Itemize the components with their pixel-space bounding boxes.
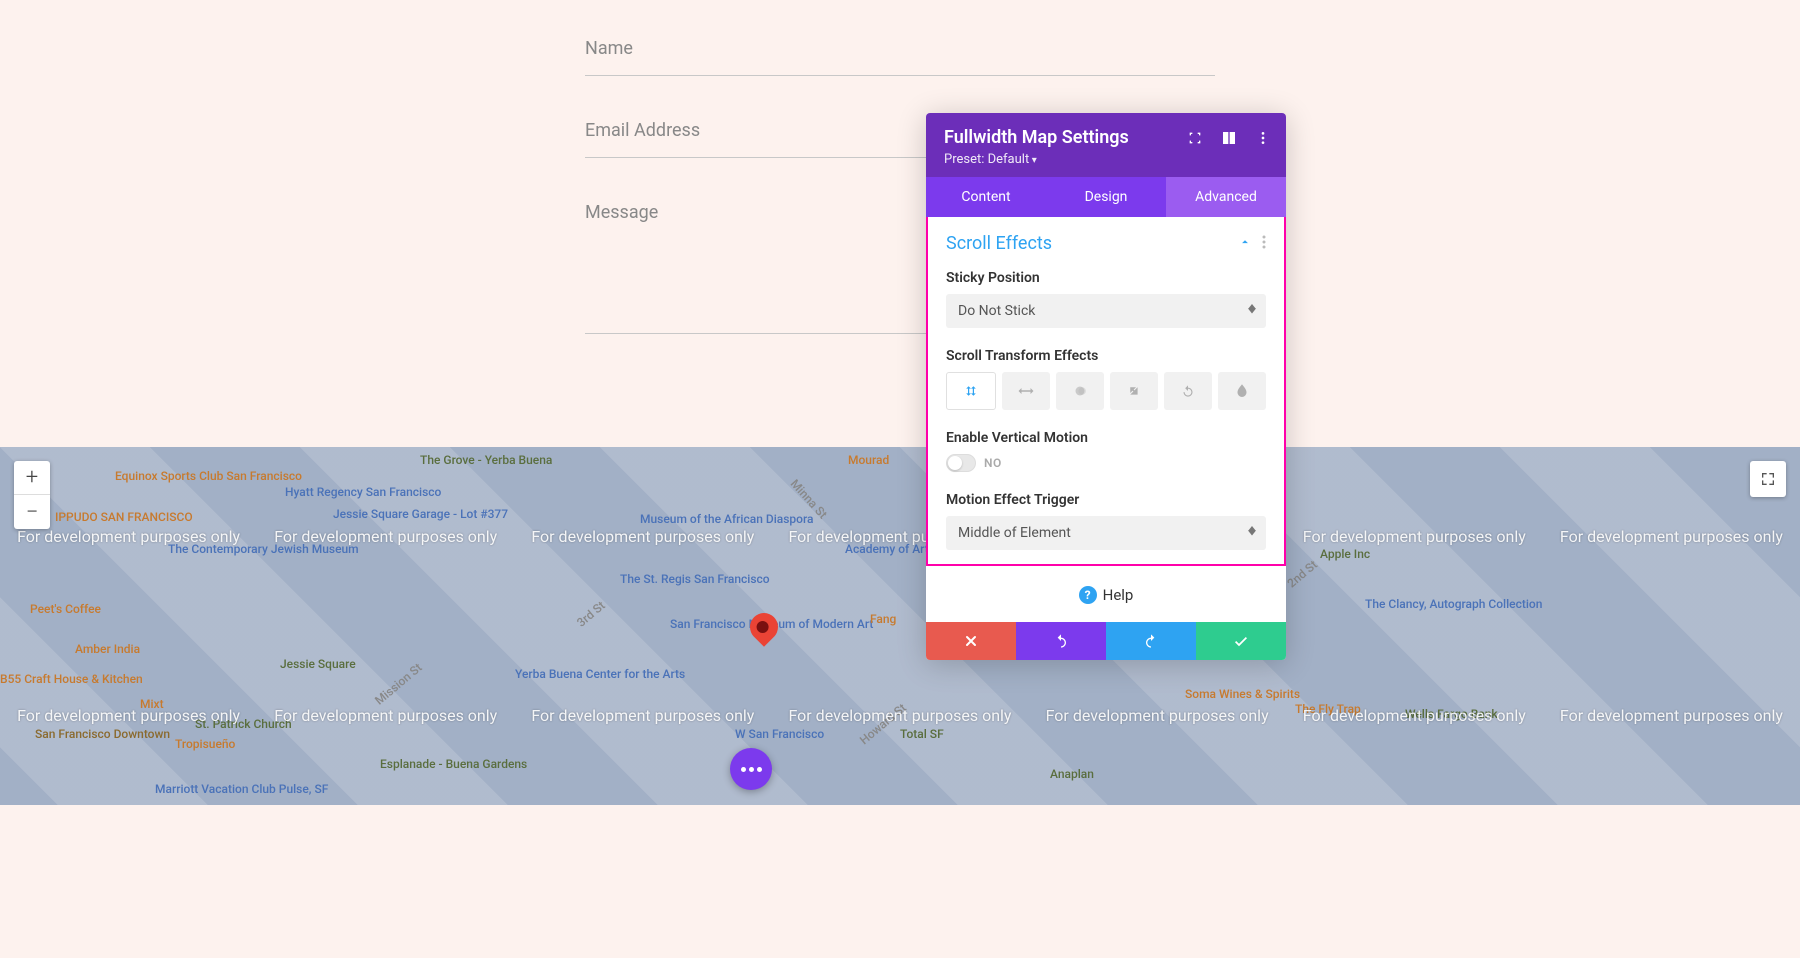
columns-icon[interactable] <box>1220 129 1238 147</box>
effect-blur-icon[interactable] <box>1218 372 1266 410</box>
redo-button[interactable] <box>1106 622 1196 660</box>
effect-vertical-icon[interactable] <box>946 372 996 410</box>
transform-effect-buttons <box>946 372 1266 410</box>
vertical-motion-toggle[interactable] <box>946 454 976 472</box>
collapse-icon[interactable] <box>1238 235 1252 253</box>
zoom-in-button[interactable]: + <box>14 461 50 495</box>
save-button[interactable] <box>1196 622 1286 660</box>
panel-preset[interactable]: Preset: Default <box>944 152 1268 167</box>
effect-rotate-icon[interactable] <box>1164 372 1212 410</box>
builder-fab-button[interactable] <box>730 748 772 790</box>
cancel-button[interactable] <box>926 622 1016 660</box>
section-title[interactable]: Scroll Effects <box>946 233 1052 254</box>
section-kebab-icon[interactable] <box>1262 235 1266 253</box>
name-field[interactable]: Name <box>585 30 1215 76</box>
motion-trigger-label: Motion Effect Trigger <box>946 492 1266 508</box>
vertical-motion-label: Enable Vertical Motion <box>946 430 1266 446</box>
zoom-out-button[interactable]: − <box>14 495 50 529</box>
tab-design[interactable]: Design <box>1046 177 1166 217</box>
tab-content[interactable]: Content <box>926 177 1046 217</box>
panel-footer <box>926 622 1286 660</box>
scroll-transform-label: Scroll Transform Effects <box>946 348 1266 364</box>
map-zoom-controls: + − <box>14 461 50 529</box>
panel-header[interactable]: Fullwidth Map Settings Preset: Default <box>926 113 1286 177</box>
name-label: Name <box>585 38 1215 59</box>
panel-help-row[interactable]: ? Help <box>926 566 1286 622</box>
sticky-position-select[interactable]: Do Not Stick <box>946 294 1266 328</box>
effect-fade-icon[interactable] <box>1056 372 1104 410</box>
contact-form: Name Email Address Message <box>0 0 1800 334</box>
settings-panel: Fullwidth Map Settings Preset: Default C… <box>926 113 1286 660</box>
undo-button[interactable] <box>1016 622 1106 660</box>
effect-horizontal-icon[interactable] <box>1002 372 1050 410</box>
effect-scale-icon[interactable] <box>1110 372 1158 410</box>
motion-trigger-select[interactable]: Middle of Element <box>946 516 1266 550</box>
kebab-icon[interactable] <box>1254 129 1272 147</box>
snap-icon[interactable] <box>1186 129 1204 147</box>
sticky-position-label: Sticky Position <box>946 270 1266 286</box>
help-icon: ? <box>1079 586 1097 604</box>
help-text: Help <box>1103 586 1134 604</box>
tab-advanced[interactable]: Advanced <box>1166 177 1286 217</box>
map-fullscreen-button[interactable] <box>1750 461 1786 497</box>
panel-body: Scroll Effects Sticky Position Do Not St… <box>926 217 1286 566</box>
map-watermark-overlay: For development purposes only For develo… <box>0 447 1800 805</box>
panel-tabs: Content Design Advanced <box>926 177 1286 217</box>
vertical-motion-value: NO <box>984 456 1002 470</box>
fullwidth-map[interactable]: The Grove - Yerba Buena Mourad Museum of… <box>0 447 1800 805</box>
